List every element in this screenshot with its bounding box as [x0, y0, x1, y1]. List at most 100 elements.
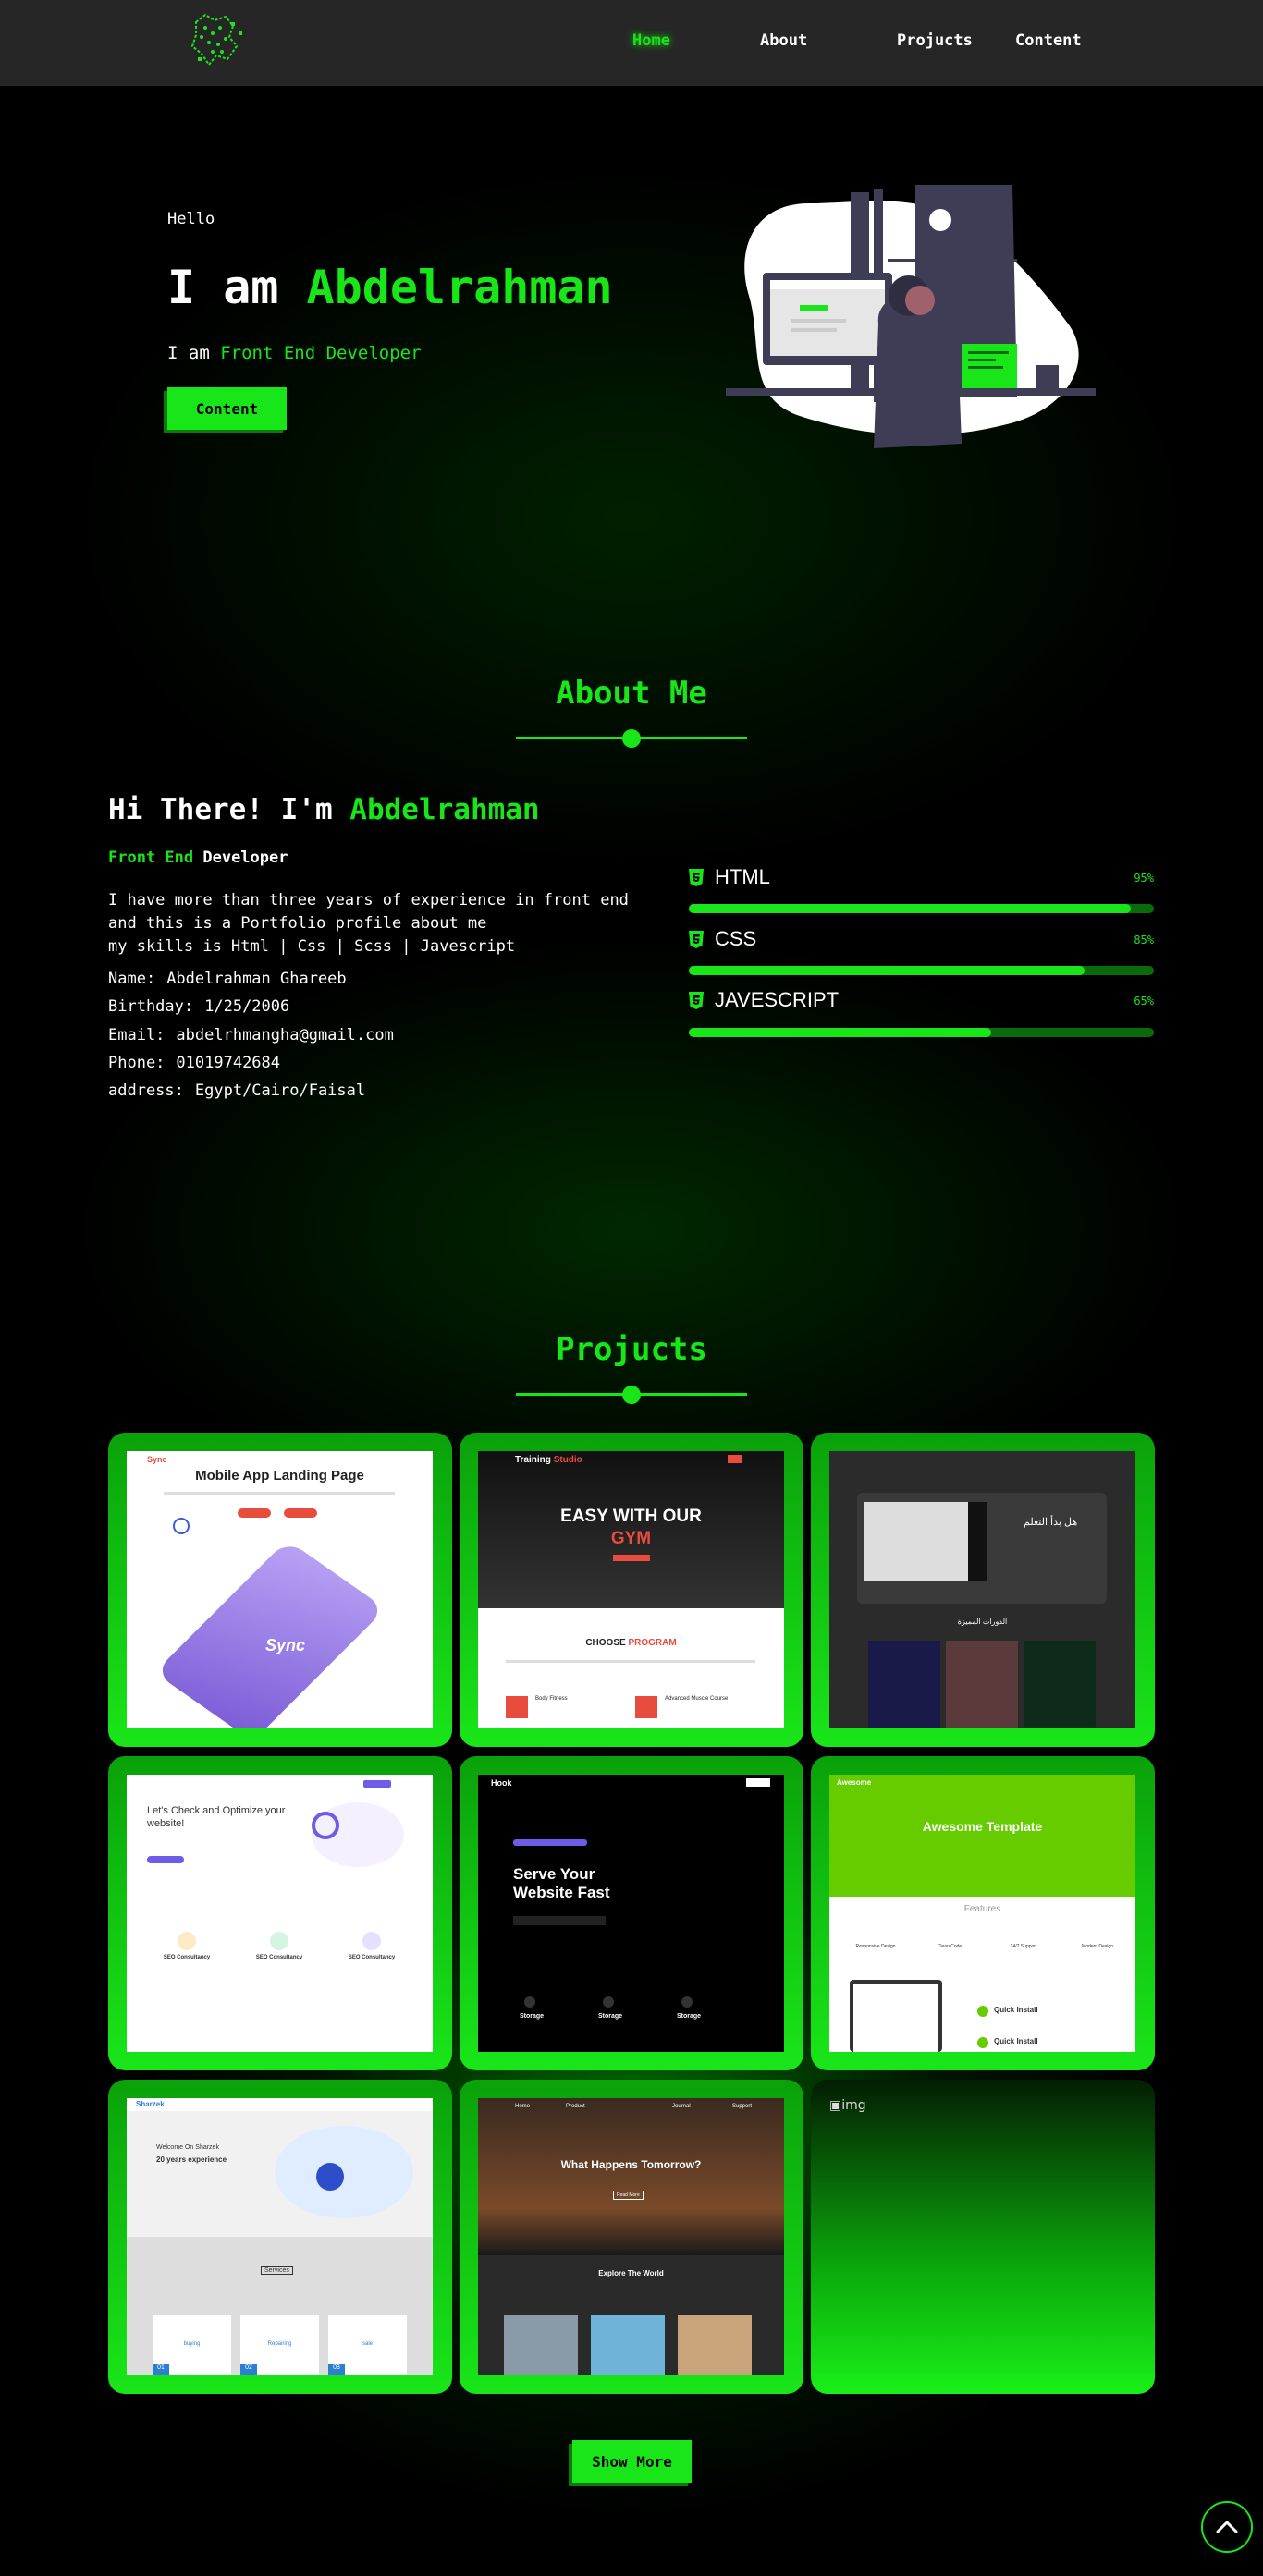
thumb-services-title: Services — [261, 2266, 293, 2275]
nav-link-about[interactable]: About — [760, 31, 807, 50]
project-card[interactable]: Awesome Awesome Template Features Respon… — [811, 1756, 1155, 2070]
html5-shield-icon — [689, 869, 704, 886]
info-name: Name: Abdelrahman Ghareeb — [108, 970, 347, 988]
thumb-col-icon — [681, 1996, 693, 2008]
thumb-nav-item: Product — [566, 2104, 585, 2109]
thumb-photo — [678, 2315, 752, 2375]
thumb-welcome: Welcome On Sharzek — [156, 2144, 219, 2151]
thumb-service-number: 02 — [240, 2364, 257, 2375]
thumb-photo — [504, 2315, 578, 2375]
thumb-check-icon — [977, 2006, 988, 2017]
thumb-feature: Responsive Design — [855, 1944, 896, 1949]
thumb-section-title: Explore The World — [598, 2269, 664, 2277]
show-more-button[interactable]: Show More — [572, 2440, 692, 2483]
project-card[interactable]: ▣img — [811, 2080, 1155, 2394]
project-card[interactable]: Sync Mobile App Landing Page Sync — [108, 1433, 452, 1747]
thumb-cta — [147, 1856, 184, 1863]
thumb-course-card — [946, 1641, 1018, 1728]
project-card[interactable]: Home Product Journal Support What Happen… — [460, 2080, 803, 2394]
thumb-nav-button — [746, 1778, 770, 1787]
thumb-phone-label: Sync — [265, 1636, 306, 1654]
project-thumbnail-arabic-course[interactable]: هل بدأ التعلم الدورات المميزة — [829, 1451, 1135, 1728]
thumb-section-accent: PROGRAM — [628, 1638, 677, 1648]
thumb-feature-text: Body Fitness — [535, 1696, 568, 1702]
thumb-service-label: Repairing — [267, 2341, 292, 2347]
hero-title-name: Abdelrahman — [306, 261, 613, 314]
project-thumbnail-mobile-app[interactable]: Sync Mobile App Landing Page Sync — [127, 1451, 433, 1728]
about-role: Front End Developer — [108, 848, 288, 867]
skill-name-css: CSS — [715, 927, 757, 950]
about-role-green: Front End — [108, 848, 203, 867]
thumb-input — [513, 1916, 606, 1925]
logo[interactable] — [185, 9, 259, 72]
hero-greeting: Hello — [167, 210, 215, 228]
info-address: address: Egypt/Cairo/Faisal — [108, 1081, 365, 1100]
project-thumbnail-sharzek[interactable]: Sharzek Welcome On Sharzek 20 years expe… — [127, 2098, 433, 2375]
html5-shield-icon — [689, 992, 704, 1009]
thumb-brand: Sharzek — [136, 2100, 165, 2108]
broken-image-placeholder[interactable]: ▣img — [829, 2098, 866, 2113]
thumb-illustration-badge — [316, 2163, 344, 2191]
info-value: abdelrhmangha@gmail.com — [176, 1026, 394, 1044]
about-heading-prefix: Hi There! I'm — [108, 793, 350, 826]
thumb-brand: Awesome — [837, 1778, 872, 1787]
thumb-nav-button — [363, 1780, 391, 1788]
back-to-top-button[interactable] — [1201, 2501, 1253, 2553]
project-thumbnail-awesome[interactable]: Awesome Awesome Template Features Respon… — [829, 1775, 1135, 2052]
project-card[interactable]: Training Studio EASY WITH OUR GYM CHOOSE… — [460, 1433, 803, 1747]
html5-shield-icon — [689, 931, 704, 948]
navbar: Home About Projucts Content — [0, 0, 1263, 86]
skill-bar-html — [689, 904, 1154, 913]
info-label: Email: — [108, 1026, 166, 1044]
nav-link-projucts[interactable]: Projucts — [897, 31, 973, 50]
info-birthday: Birthday: 1/25/2006 — [108, 997, 289, 1016]
thumb-hero-bg — [829, 1775, 1135, 1897]
project-thumbnail-hook[interactable]: Hook Serve Your Website Fast Storage Sto… — [478, 1775, 784, 2052]
thumb-service-number: 01 — [153, 2364, 169, 2375]
project-thumbnail-gym[interactable]: Training Studio EASY WITH OUR GYM CHOOSE… — [478, 1451, 784, 1728]
thumb-quick-install: Quick Install — [994, 2006, 1038, 2014]
nav-link-home[interactable]: Home — [632, 31, 670, 50]
project-thumbnail-tomorrow[interactable]: Home Product Journal Support What Happen… — [478, 2098, 784, 2375]
hero-subtitle-prefix: I am — [167, 343, 221, 363]
thumb-photo — [591, 2315, 665, 2375]
nav-link-content[interactable]: Content — [1015, 31, 1082, 50]
skill-bar-fill-javescript — [689, 1028, 991, 1037]
thumb-title: Mobile App Landing Page — [195, 1468, 364, 1483]
hero-content-button[interactable]: Content — [167, 387, 287, 430]
skill-percent-javescript: 65% — [1134, 995, 1154, 1007]
thumb-card-icon — [178, 1932, 196, 1950]
thumb-navbar — [127, 2098, 433, 2111]
info-email: Email: abdelrhmangha@gmail.com — [108, 1026, 394, 1044]
thumb-headline-accent: GYM — [610, 1529, 652, 1548]
project-thumbnail-seo[interactable]: Let's Check and Optimize your website! S… — [127, 1775, 433, 2052]
thumb-cta — [613, 1555, 650, 1561]
project-card[interactable]: Sharzek Welcome On Sharzek 20 years expe… — [108, 2080, 452, 2394]
projects-title-dot — [622, 1386, 641, 1404]
thumb-card-title: SEO Consultancy — [255, 1955, 303, 1960]
project-card[interactable]: Let's Check and Optimize your website! S… — [108, 1756, 452, 2070]
thumb-quick-install: Quick Install — [994, 2037, 1038, 2045]
thumb-card-icon — [362, 1932, 381, 1950]
thumb-features-title: Features — [963, 1904, 1001, 1914]
thumb-feature: Modern Design — [1082, 1944, 1113, 1949]
thumb-brand-text: Training — [515, 1455, 551, 1465]
about-heading-name: Abdelrahman — [349, 793, 540, 826]
project-card[interactable]: Hook Serve Your Website Fast Storage Sto… — [460, 1756, 803, 2070]
project-card[interactable]: هل بدأ التعلم الدورات المميزة — [811, 1433, 1155, 1747]
skill-bar-css — [689, 966, 1154, 975]
hero-illustration — [726, 185, 1096, 448]
thumb-cta: Read More — [613, 2191, 644, 2200]
thumb-col-title: Storage — [520, 2013, 545, 2020]
thumb-button — [238, 1508, 271, 1518]
projects-section-title: Projucts — [556, 1331, 707, 1368]
info-value: 01019742684 — [176, 1054, 281, 1072]
skill-bar-fill-css — [689, 966, 1085, 975]
thumb-card-icon — [270, 1932, 288, 1950]
thumb-headline: EASY WITH OUR — [560, 1507, 702, 1526]
hero-subtitle-role: Front End Developer — [220, 343, 422, 363]
thumb-nav-item: Journal — [672, 2104, 691, 2109]
thumb-headline: Serve Your Website Fast — [513, 1865, 610, 1901]
thumb-magnifier — [312, 1812, 339, 1839]
thumb-illustration — [275, 2126, 413, 2218]
